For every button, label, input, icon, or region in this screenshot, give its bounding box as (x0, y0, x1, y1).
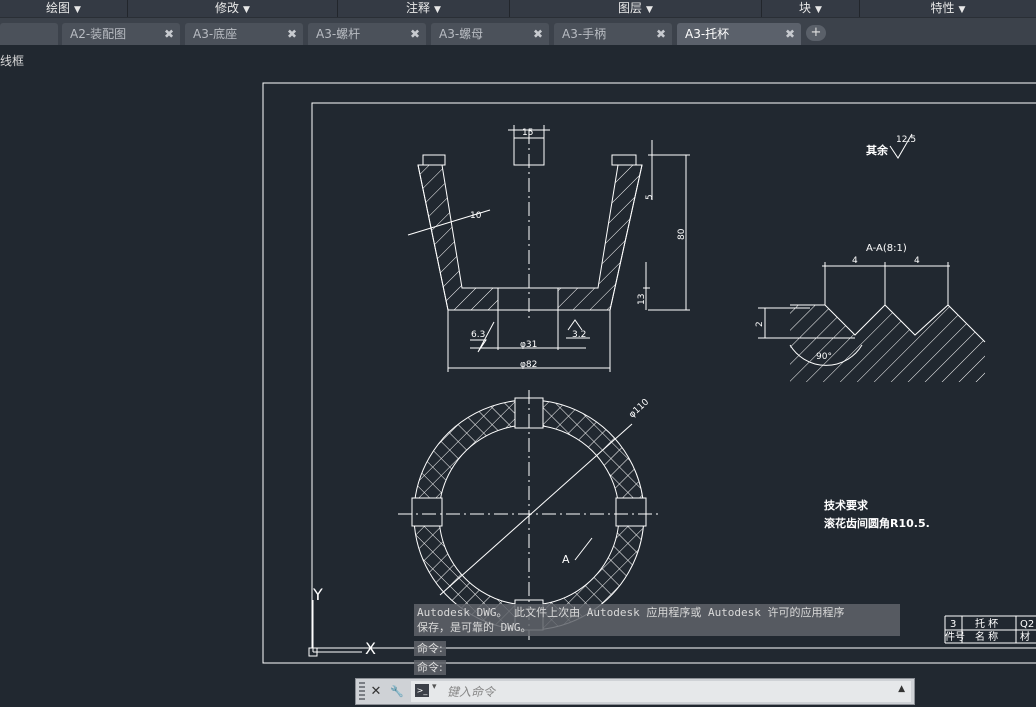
dim-bore-diameter: φ31 (520, 340, 537, 350)
section-angle: 90° (816, 352, 832, 362)
title-block-part-no: 3 (950, 619, 956, 630)
title-block-header-part: 件号 (945, 631, 965, 643)
tech-requirements-title: 技术要求 (824, 498, 869, 512)
dim-base-thickness: 13 (637, 294, 647, 305)
dim-height: 80 (677, 228, 687, 240)
prompt-icon[interactable]: >_ (415, 684, 429, 697)
chevron-up-icon[interactable]: ▲ (898, 684, 905, 694)
section-title: A-A(8:1) (866, 243, 907, 254)
cup-top-view (398, 390, 660, 640)
drag-handle-icon[interactable] (359, 682, 365, 701)
title-block-header-material: 材 (1020, 630, 1030, 643)
dim-lip: 5 (645, 194, 655, 200)
ucs-y-label: Y (312, 585, 323, 604)
close-icon[interactable]: ✕ (368, 683, 384, 701)
dim-top-width: 15 (522, 128, 533, 138)
dim-wall-thickness: 10 (470, 211, 482, 221)
dim-roughness-right: 3.2 (572, 330, 586, 340)
dim-base-diameter: φ82 (520, 360, 537, 370)
dim-roughness-left: 6.3 (471, 330, 485, 340)
command-history: Autodesk DWG。 此文件上次由 Autodesk 应用程序或 Auto… (414, 604, 900, 636)
title-block-name: 托 杯 (975, 617, 998, 630)
command-input-placeholder: 键入命令 (447, 685, 496, 699)
command-input[interactable]: >_ ▾ 键入命令 ▲ (411, 681, 911, 702)
title-block-material: Q2 (1020, 619, 1034, 630)
section-a-a-view (758, 262, 986, 382)
section-pitch-right: 4 (914, 256, 920, 266)
command-prompt-line: 命令: (414, 660, 446, 675)
cup-section-view (407, 125, 690, 372)
command-history-line: Autodesk DWG。 此文件上次由 Autodesk 应用程序或 Auto… (417, 606, 845, 619)
ucs-x-label: X (365, 639, 376, 658)
wrench-icon[interactable]: 🔧 (389, 683, 405, 701)
drawing-canvas[interactable]: 15 10 5 80 13 6.3 3.2 φ31 φ82 φ110 A 其余 … (0, 0, 1036, 707)
section-pitch-left: 4 (852, 256, 858, 266)
view-marker-a: A (562, 553, 570, 566)
command-line-bar: ✕ 🔧 >_ ▾ 键入命令 ▲ (355, 678, 915, 705)
section-depth: 2 (755, 321, 765, 327)
title-block-header-name: 名 称 (975, 630, 998, 643)
surface-finish-note: 其余 (866, 143, 889, 157)
command-prompt-line: 命令: (414, 641, 446, 656)
dim-outer-diameter: φ110 (627, 397, 651, 420)
command-history-line: 保存，是可靠的 DWG。 (417, 621, 532, 634)
chevron-down-icon[interactable]: ▾ (432, 682, 437, 692)
tech-requirements-note: 滚花齿间圆角R10.5. (824, 516, 930, 530)
